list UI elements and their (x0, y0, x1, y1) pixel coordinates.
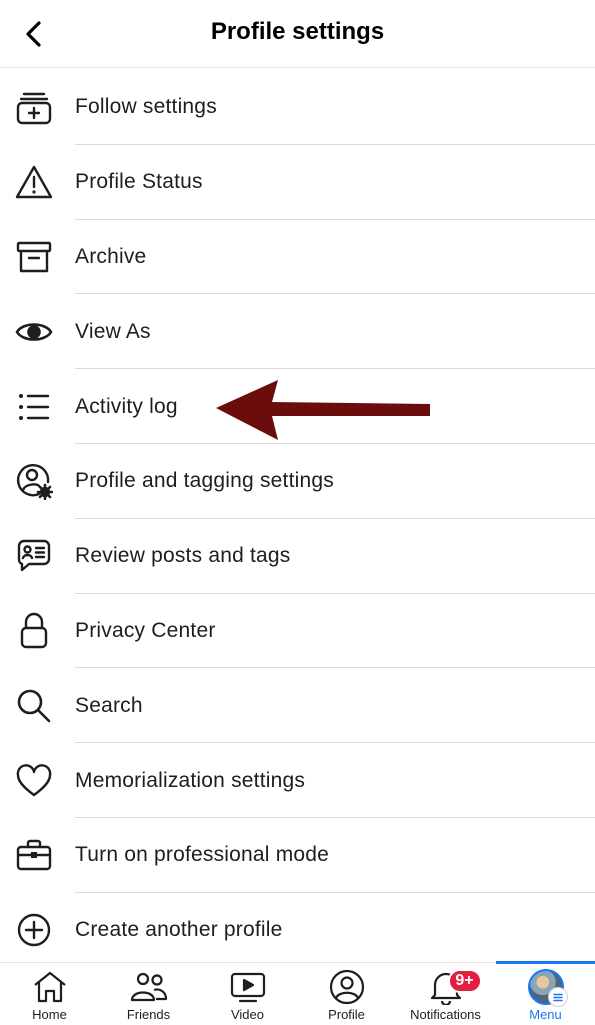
menu-item-memorialization-settings[interactable]: Memorialization settings (0, 743, 595, 818)
review-posts-icon (14, 536, 54, 576)
menu-item-label: Search (75, 693, 143, 717)
bell-icon: 9+ (426, 969, 482, 1005)
nav-profile[interactable]: Profile (297, 963, 396, 1025)
warning-icon (14, 162, 54, 202)
nav-label: Home (32, 1007, 67, 1022)
nav-notifications[interactable]: 9+ Notifications (396, 963, 495, 1025)
bottom-nav: Home Friends Video Profile 9+ Notificati… (0, 961, 595, 1025)
menu-item-label: Review posts and tags (75, 544, 291, 568)
active-tab-indicator (496, 961, 595, 964)
search-icon (14, 686, 54, 726)
menu-item-label: Turn on professional mode (75, 843, 330, 867)
nav-friends[interactable]: Friends (99, 963, 198, 1025)
menu-item-label: Activity log (75, 394, 178, 418)
menu-item-label: Create another profile (75, 918, 283, 942)
menu-item-label: Archive (75, 244, 147, 268)
menu-item-professional-mode[interactable]: Turn on professional mode (0, 818, 595, 893)
home-icon (30, 969, 70, 1005)
annotation-arrow (216, 380, 430, 440)
menu-item-create-another-profile[interactable]: Create another profile (0, 893, 595, 968)
menu-item-label: Profile Status (75, 170, 203, 194)
menu-item-label: View As (75, 319, 151, 343)
menu-lines-icon (547, 987, 568, 1007)
menu-item-label: Follow settings (75, 95, 217, 119)
page-title: Profile settings (210, 18, 385, 45)
menu-item-label: Privacy Center (75, 618, 216, 642)
header: Profile settings (0, 0, 595, 68)
nav-home[interactable]: Home (0, 963, 99, 1025)
eye-icon (14, 312, 54, 352)
nav-label: Video (230, 1007, 264, 1022)
nav-label: Notifications (410, 1007, 481, 1022)
menu-item-label: Memorialization settings (75, 768, 306, 792)
menu-item-search[interactable]: Search (0, 668, 595, 744)
video-icon (228, 969, 268, 1005)
profile-icon (327, 969, 367, 1005)
menu-item-privacy-center[interactable]: Privacy Center (0, 594, 595, 669)
avatar (527, 969, 568, 1007)
nav-menu[interactable]: Menu (496, 961, 595, 1025)
friends-icon (129, 969, 169, 1005)
follow-settings-icon (14, 87, 54, 127)
list-icon (14, 387, 54, 427)
profile-gear-icon (14, 461, 54, 501)
briefcase-icon (14, 835, 54, 875)
lock-icon (14, 611, 54, 651)
nav-video[interactable]: Video (198, 963, 297, 1025)
settings-menu-list: Follow settings Profile Status Archive V… (0, 70, 595, 968)
avatar-menu-icon (526, 969, 568, 1007)
nav-label: Menu (529, 1007, 562, 1022)
heart-icon (14, 761, 54, 801)
menu-item-review-posts-tags[interactable]: Review posts and tags (0, 519, 595, 594)
notification-badge: 9+ (447, 969, 482, 993)
menu-item-profile-status[interactable]: Profile Status (0, 145, 595, 220)
plus-circle-icon (14, 910, 54, 950)
menu-item-profile-tagging-settings[interactable]: Profile and tagging settings (0, 444, 595, 519)
archive-icon (14, 237, 54, 277)
menu-item-label: Profile and tagging settings (75, 469, 334, 493)
menu-item-archive[interactable]: Archive (0, 220, 595, 295)
menu-item-view-as[interactable]: View As (0, 294, 595, 370)
nav-label: Friends (126, 1007, 171, 1022)
menu-item-follow-settings[interactable]: Follow settings (0, 70, 595, 145)
nav-label: Profile (328, 1007, 365, 1022)
